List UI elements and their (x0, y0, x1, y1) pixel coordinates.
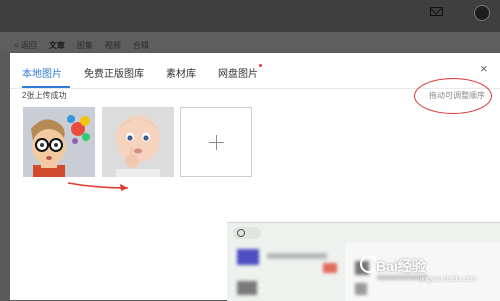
upload-status: 2张上传成功 (22, 91, 67, 100)
back-link[interactable]: < 返回 (14, 40, 37, 54)
notification-dot (259, 64, 262, 67)
tab-cloud-images[interactable]: 网盘图片 (218, 64, 262, 80)
plus-icon-vertical (216, 135, 217, 150)
mail-icon[interactable] (430, 7, 443, 16)
tab-material-library[interactable]: 素材库 (166, 65, 196, 80)
bg-tab-gallery[interactable]: 图集 (77, 40, 93, 54)
tab-cloud-images-label: 网盘图片 (218, 69, 258, 80)
baby-image (102, 107, 174, 177)
blurred-avatar (237, 249, 259, 265)
uploaded-image-1[interactable] (23, 107, 95, 177)
watermark-url: jingyan.baidu.com (420, 276, 477, 283)
blurred-badge (323, 263, 337, 273)
background-tabs: < 返回 文章 图集 视频 合辑 (14, 40, 149, 54)
boy-with-glasses-image (23, 107, 95, 177)
bg-tab-collection[interactable]: 合辑 (133, 40, 149, 54)
annotation-ellipse (414, 78, 492, 114)
source-tabs: 本地图片 免费正版图库 素材库 网盘图片 (22, 64, 262, 80)
uploaded-image-2[interactable] (102, 107, 174, 177)
tab-local-images[interactable]: 本地图片 (22, 65, 62, 80)
search-icon (237, 229, 245, 237)
background-header (0, 0, 500, 32)
watermark-text: Bai经验 (376, 258, 426, 274)
blurred-icon-2 (355, 283, 367, 295)
bg-tab-article[interactable]: 文章 (49, 40, 65, 54)
user-avatar[interactable] (474, 5, 490, 21)
tab-free-stock-library[interactable]: 免费正版图库 (84, 65, 144, 80)
add-image-button[interactable] (180, 107, 252, 177)
close-button[interactable]: × (480, 61, 488, 76)
annotation-arrow (67, 182, 129, 191)
bg-tab-video[interactable]: 视频 (105, 40, 121, 54)
blurred-text (267, 253, 327, 259)
blurred-avatar-2 (237, 281, 257, 295)
